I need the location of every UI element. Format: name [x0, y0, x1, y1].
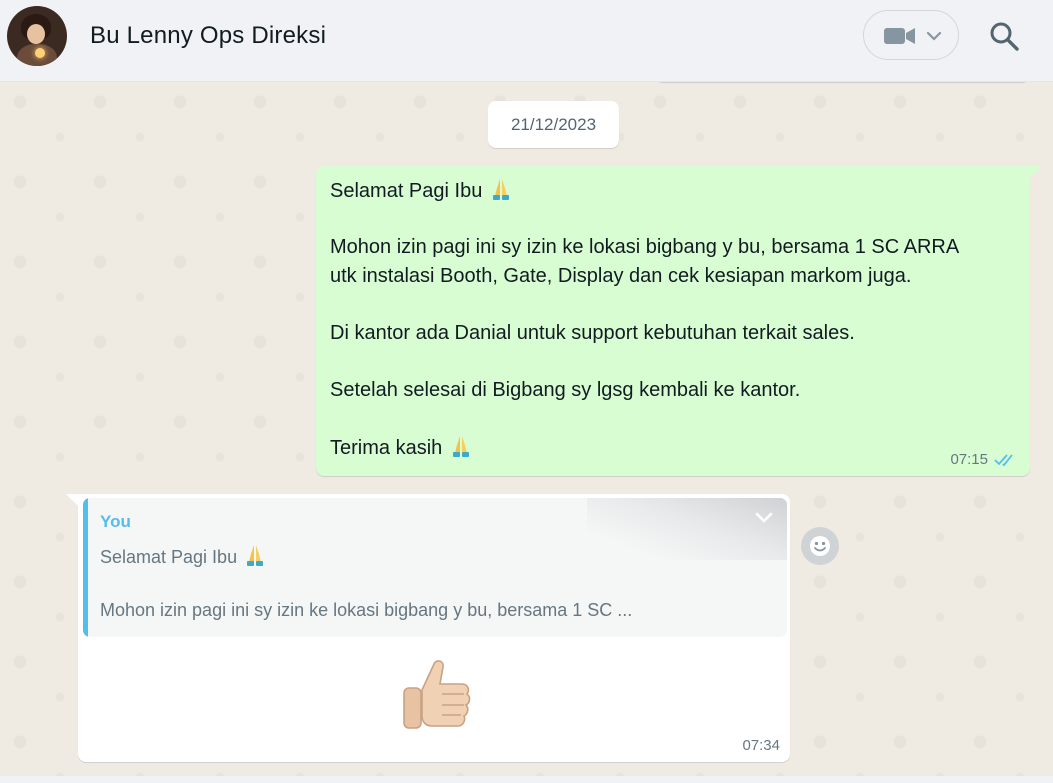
reaction-button[interactable]	[801, 527, 839, 565]
quote-author: You	[100, 512, 131, 531]
chevron-down-icon[interactable]	[755, 512, 773, 524]
message-line: Mohon izin pagi ini sy izin ke lokasi bi…	[330, 236, 960, 258]
folded-hands-emoji	[247, 545, 264, 566]
incoming-message[interactable]: You Selamat Pagi Ibu Mohon izin pagi ini…	[66, 494, 790, 762]
folded-hands-emoji	[492, 179, 509, 200]
chat-header: Bu Lenny Ops Direksi	[0, 0, 1053, 82]
message-time: 07:15	[950, 451, 988, 468]
quote-text-line: Selamat Pagi Ibu	[100, 547, 238, 567]
emoji-smiley-icon	[810, 536, 830, 556]
chat-panel[interactable]: 21/12/2023 Selamat Pagi Ibu Mohon izin p…	[0, 82, 1053, 783]
message-line: Selamat Pagi Ibu	[330, 180, 483, 202]
message-line: utk instalasi Booth, Gate, Display dan c…	[330, 265, 912, 287]
date-separator: 21/12/2023	[488, 101, 619, 148]
message-line: Setelah selesai di Bigbang sy lgsg kemba…	[330, 379, 801, 401]
message-line: Terima kasih	[330, 437, 443, 459]
thumbs-up-emoji	[403, 660, 471, 729]
search-icon[interactable]	[988, 20, 1020, 52]
quote-text-line: Mohon izin pagi ini sy izin ke lokasi bi…	[100, 600, 633, 620]
double-check-read-icon	[994, 453, 1013, 466]
quoted-message[interactable]: You Selamat Pagi Ibu Mohon izin pagi ini…	[83, 498, 787, 637]
contact-name[interactable]: Bu Lenny Ops Direksi	[90, 22, 326, 50]
message-time: 07:34	[742, 737, 780, 754]
outgoing-message[interactable]: Selamat Pagi Ibu Mohon izin pagi ini sy …	[316, 166, 1042, 476]
avatar[interactable]	[7, 6, 67, 66]
message-line: Di kantor ada Danial untuk support kebut…	[330, 322, 855, 344]
folded-hands-emoji	[452, 436, 469, 457]
composer-edge	[0, 776, 1053, 783]
message-meta: 07:15	[950, 451, 1018, 468]
chevron-down-icon	[926, 31, 942, 41]
video-call-button[interactable]	[863, 10, 959, 60]
video-call-icon	[884, 28, 915, 44]
